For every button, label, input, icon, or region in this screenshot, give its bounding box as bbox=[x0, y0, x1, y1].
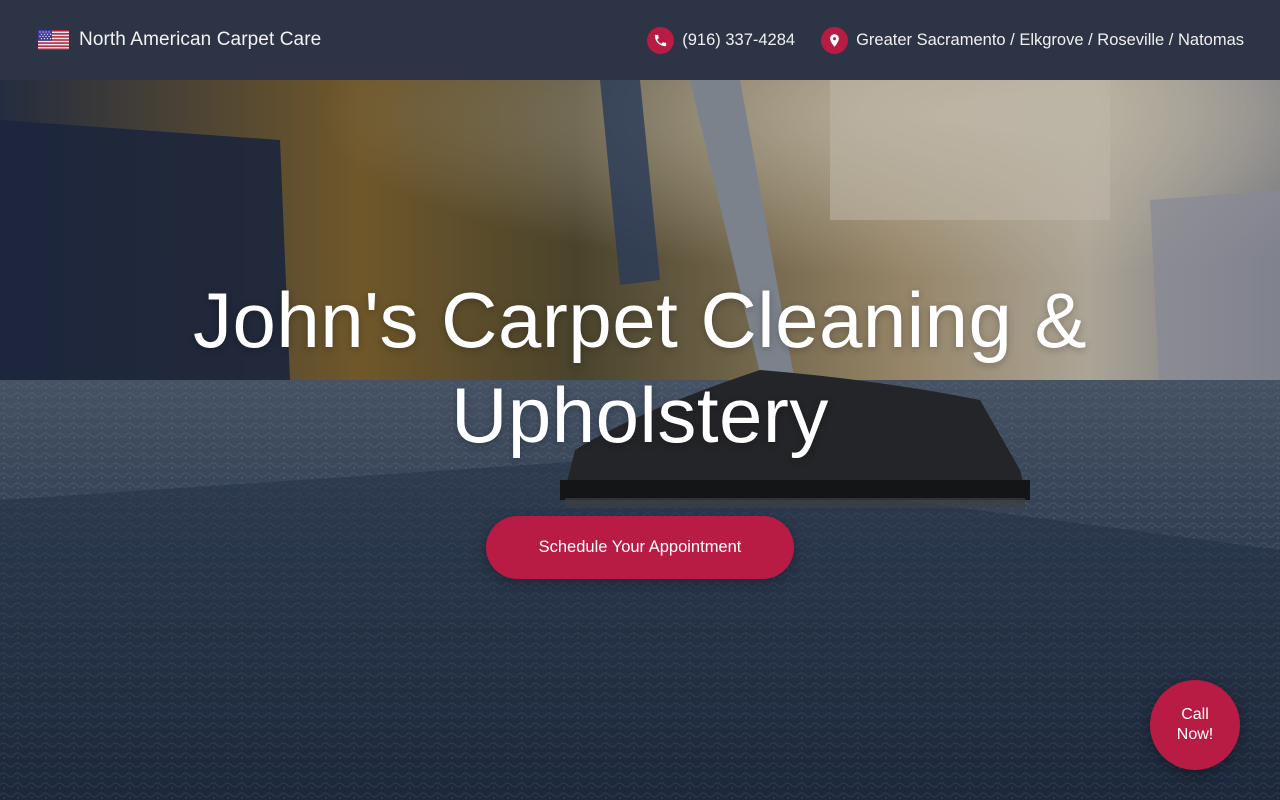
brand[interactable]: North American Carpet Care bbox=[38, 29, 321, 51]
map-pin-icon bbox=[821, 26, 849, 54]
brand-name: North American Carpet Care bbox=[79, 29, 322, 50]
call-now-button[interactable]: Call Now! bbox=[1150, 680, 1240, 770]
schedule-appointment-button[interactable]: Schedule Your Appointment bbox=[486, 516, 794, 579]
site-header: North American Carpet Care (916) 337-428… bbox=[0, 0, 1280, 80]
contact-info: (916) 337-4284 Greater Sacramento / Elkg… bbox=[647, 26, 1244, 54]
hero-section: John's Carpet Cleaning & Upholstery Sche… bbox=[0, 80, 1280, 800]
phone-icon bbox=[647, 26, 675, 54]
hero-content: John's Carpet Cleaning & Upholstery Sche… bbox=[0, 80, 1280, 800]
phone-link[interactable]: (916) 337-4284 bbox=[647, 26, 796, 54]
page: North American Carpet Care (916) 337-428… bbox=[0, 0, 1280, 800]
hero-title: John's Carpet Cleaning & Upholstery bbox=[192, 276, 1088, 459]
phone-number: (916) 337-4284 bbox=[682, 30, 796, 49]
service-area-text: Greater Sacramento / Elkgrove / Rosevill… bbox=[856, 30, 1244, 49]
service-area: Greater Sacramento / Elkgrove / Rosevill… bbox=[821, 26, 1244, 54]
us-flag-icon bbox=[38, 30, 69, 50]
